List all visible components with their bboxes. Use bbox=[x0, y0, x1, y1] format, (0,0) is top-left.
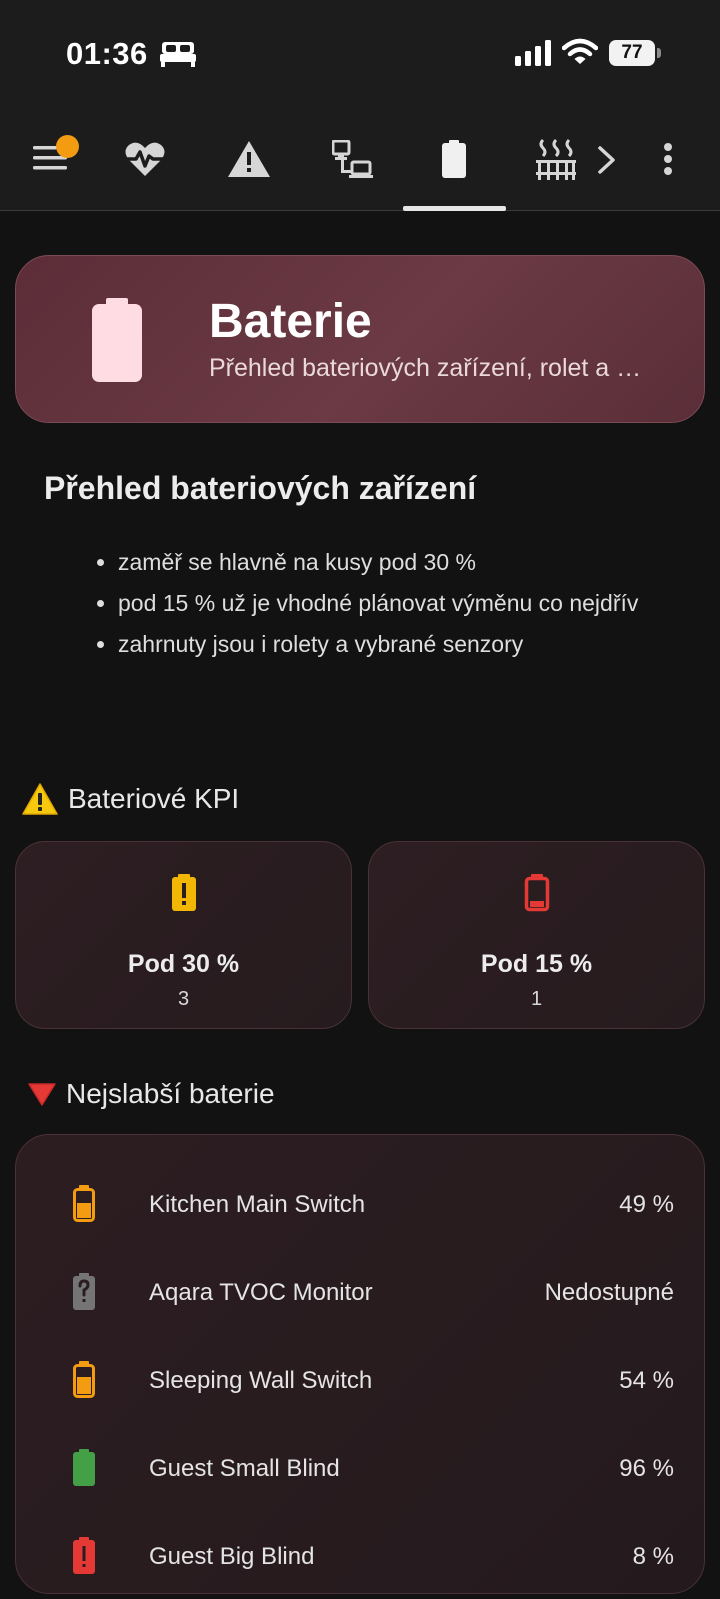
kpi-card-below-30[interactable]: Pod 30 % 3 bbox=[15, 841, 352, 1029]
battery-full-icon bbox=[73, 1449, 95, 1486]
heart-pulse-icon[interactable] bbox=[124, 140, 166, 178]
bed-icon bbox=[160, 42, 196, 67]
cellular-signal-icon bbox=[515, 40, 551, 66]
intro-list-item: zaměř se hlavně na kusy pod 30 % bbox=[118, 542, 648, 583]
battery-half-icon bbox=[73, 1185, 95, 1222]
network-devices-icon[interactable] bbox=[332, 140, 374, 180]
device-battery-value: 96 % bbox=[619, 1455, 674, 1482]
device-name: Guest Small Blind bbox=[149, 1455, 340, 1482]
device-name: Kitchen Main Switch bbox=[149, 1191, 366, 1218]
device-name: Aqara TVOC Monitor bbox=[149, 1279, 373, 1306]
wifi-icon bbox=[562, 38, 598, 64]
page-title: Baterie bbox=[209, 295, 372, 348]
intro-heading: Přehled bateriových zařízení bbox=[44, 470, 477, 506]
hero-battery-icon bbox=[92, 298, 142, 382]
chevron-right-icon[interactable] bbox=[596, 145, 618, 175]
intro-list-item: pod 15 % už je vhodné plánovat výměnu co… bbox=[118, 583, 648, 624]
device-name: Guest Big Blind bbox=[149, 1543, 315, 1570]
battery-half-icon bbox=[73, 1361, 95, 1398]
battery-low-icon bbox=[524, 874, 550, 912]
notification-badge bbox=[56, 135, 79, 158]
kpi-section-label: Bateriové KPI bbox=[68, 783, 240, 814]
battery-alert-icon bbox=[172, 874, 196, 911]
device-battery-value: 54 % bbox=[619, 1367, 674, 1394]
intro-list-item: zahrnuty jsou i rolety a vybrané senzory bbox=[118, 624, 648, 665]
alert-triangle-icon[interactable] bbox=[227, 140, 271, 178]
hero-card: Baterie Přehled bateriových zařízení, ro… bbox=[15, 255, 705, 423]
device-battery-value: 8 % bbox=[632, 1543, 674, 1570]
battery-icon[interactable] bbox=[441, 140, 467, 178]
kpi-section-title: Bateriové KPI bbox=[22, 783, 239, 815]
red-triangle-down-icon bbox=[28, 1083, 56, 1106]
page-subtitle: Přehled bateriových zařízení, rolet a … bbox=[209, 354, 642, 382]
more-vertical-icon[interactable] bbox=[662, 143, 674, 177]
radiator-icon[interactable] bbox=[535, 138, 577, 180]
kpi-value: 1 bbox=[530, 988, 543, 1010]
list-item[interactable]: Sleeping Wall Switch 54 % bbox=[16, 1335, 706, 1423]
kpi-value: 3 bbox=[177, 988, 190, 1010]
weakest-section-title: Nejslabší baterie bbox=[28, 1078, 275, 1110]
intro-list: zaměř se hlavně na kusy pod 30 % pod 15 … bbox=[88, 542, 648, 665]
device-battery-value: Nedostupné bbox=[544, 1279, 674, 1306]
weakest-battery-list: Kitchen Main Switch 49 % Aqara TVOC Moni… bbox=[15, 1134, 705, 1594]
list-item[interactable]: Guest Small Blind 96 % bbox=[16, 1423, 706, 1511]
kpi-label: Pod 15 % bbox=[480, 950, 593, 978]
warning-emoji-icon bbox=[22, 783, 58, 815]
app-header: 01:36 77 bbox=[0, 0, 720, 211]
kpi-card-below-15[interactable]: Pod 15 % 1 bbox=[368, 841, 705, 1029]
list-item[interactable]: Kitchen Main Switch 49 % bbox=[16, 1159, 706, 1247]
battery-status-icon: 77 bbox=[609, 40, 661, 66]
weakest-section-label: Nejslabší baterie bbox=[66, 1078, 275, 1109]
device-battery-value: 49 % bbox=[619, 1191, 674, 1218]
list-item[interactable]: Aqara TVOC Monitor Nedostupné bbox=[16, 1247, 706, 1335]
device-name: Sleeping Wall Switch bbox=[149, 1367, 373, 1394]
status-time: 01:36 bbox=[66, 36, 148, 71]
battery-status-percent: 77 bbox=[621, 42, 643, 63]
list-item[interactable]: Guest Big Blind 8 % bbox=[16, 1511, 706, 1599]
kpi-label: Pod 30 % bbox=[127, 950, 240, 978]
battery-alert-icon bbox=[73, 1537, 95, 1574]
active-tab-indicator bbox=[403, 206, 506, 211]
battery-unknown-icon bbox=[73, 1273, 95, 1310]
